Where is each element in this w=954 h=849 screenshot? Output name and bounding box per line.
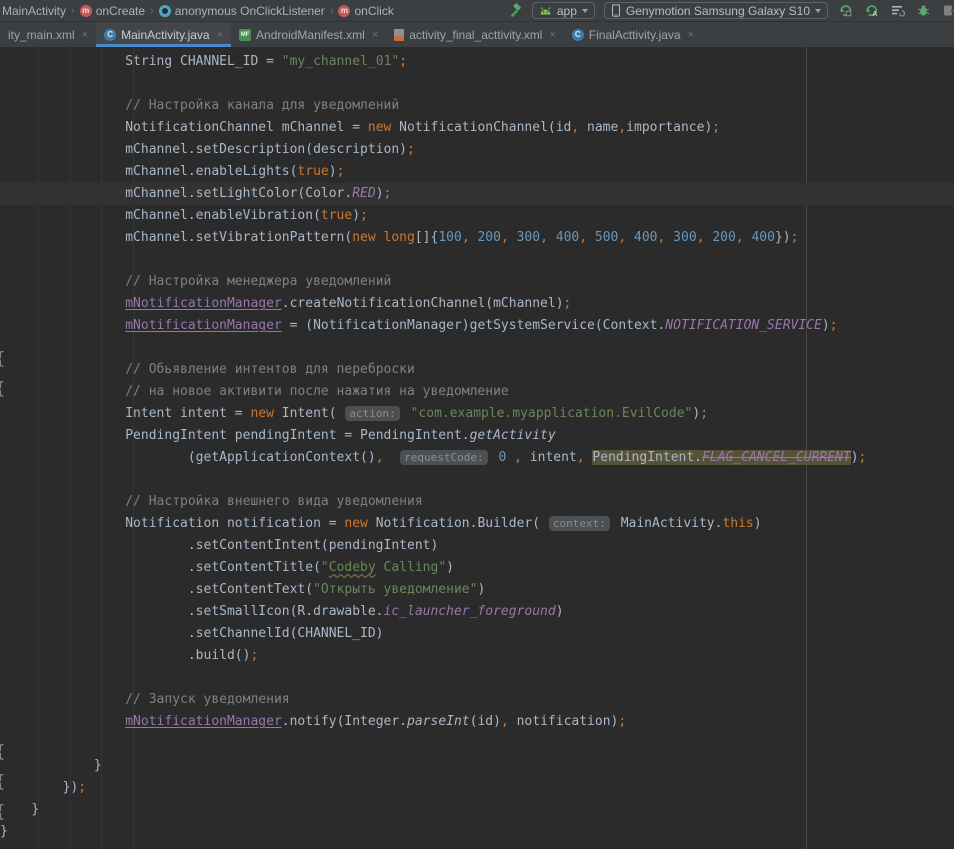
gutter-marker: { [0,772,5,792]
run-configuration-select[interactable]: app [532,2,595,19]
tab-mainactivity-java[interactable]: C MainActivity.java × [96,22,231,47]
breadcrumb-item-mainactivity[interactable]: MainActivity [2,4,66,18]
breadcrumb-separator: › [71,5,75,17]
close-icon[interactable]: × [372,29,378,41]
breadcrumb-label: MainActivity [2,4,66,18]
ide-window: MainActivity › m onCreate › anonymous OnClick… [0,0,954,849]
code-line: mChannel.enableVibration(true); [0,205,954,227]
tab-label: activity_final_acttivity.xml [409,28,542,42]
code-line: }); [0,777,954,799]
svg-text:A: A [872,11,877,18]
code-line [0,337,954,359]
class-file-icon: C [572,29,584,41]
apply-code-changes-icon[interactable]: A [863,2,880,19]
code-line: .setChannelId(CHANNEL_ID) [0,623,954,645]
code-line: .build(); [0,645,954,667]
tab-androidmanifest-xml[interactable]: MF AndroidManifest.xml × [231,22,386,47]
main-toolbar: MainActivity › m onCreate › anonymous OnClick… [0,0,954,22]
code-line: // Настройка внешнего вида уведомления [0,491,954,513]
breadcrumb-separator: › [150,5,154,17]
parameter-hint: action: [345,406,399,421]
method-icon: m [338,5,350,17]
code-lines: String CHANNEL_ID = "my_channel_01"; // … [0,47,954,843]
class-file-icon: C [104,29,116,41]
code-line: mNotificationManager.createNotificationC… [0,293,954,315]
close-icon[interactable]: × [82,29,88,41]
gutter-marker: { [0,349,5,369]
code-line: mChannel.enableLights(true); [0,161,954,183]
code-line: mNotificationManager.notify(Integer.pars… [0,711,954,733]
method-icon: m [80,5,92,17]
code-line: Notification notification = new Notifica… [0,513,954,535]
code-line: .setContentIntent(pendingIntent) [0,535,954,557]
code-line [0,667,954,689]
close-icon[interactable]: × [217,29,223,41]
gutter-marker: { [0,742,5,762]
code-line: } [0,799,954,821]
toolbar-actions: app Genymotion Samsung Galaxy S10 [506,2,954,19]
android-head-icon [539,6,552,15]
breadcrumb-label: anonymous OnClickListener [175,4,325,18]
build-variants-icon[interactable] [889,2,906,19]
breadcrumb-label: onCreate [96,4,145,18]
gutter-marker: { [0,379,5,399]
device-label: Genymotion Samsung Galaxy S10 [626,4,810,18]
tab-label: AndroidManifest.xml [256,28,365,42]
tab-label: FinalActtivity.java [589,28,681,42]
tab-label: ity_main.xml [8,28,75,42]
code-line: mChannel.setDescription(description); [0,139,954,161]
anonymous-class-icon [159,5,171,17]
breadcrumb-label: onClick [354,4,393,18]
code-line: mNotificationManager = (NotificationMana… [0,315,954,337]
profile-icon[interactable] [941,2,954,19]
debug-icon[interactable] [915,2,932,19]
code-line: // Запуск уведомления [0,689,954,711]
chevron-down-icon [582,9,588,13]
code-line: PendingIntent pendingIntent = PendingInt… [0,425,954,447]
chevron-down-icon [815,9,821,13]
code-editor[interactable]: { { { { { String CHANNEL_ID = "my_channe… [0,47,954,849]
gutter-marker: { [0,802,5,822]
breadcrumb-item-onclick[interactable]: m onClick [338,4,393,18]
code-line [0,249,954,271]
build-hammer-icon[interactable] [506,2,523,19]
code-line: NotificationChannel mChannel = new Notif… [0,117,954,139]
device-phone-icon [611,4,621,17]
code-line: String CHANNEL_ID = "my_channel_01"; [0,51,954,73]
xml-file-icon [394,29,404,41]
tab-activity-final-acttivity-xml[interactable]: activity_final_acttivity.xml × [386,22,564,47]
breadcrumb-item-oncreate[interactable]: m onCreate [80,4,145,18]
code-line: .setContentText("Открыть уведомление") [0,579,954,601]
code-line: (getApplicationContext(), requestCode: 0… [0,447,954,469]
tab-label: MainActivity.java [121,28,209,42]
code-line: } [0,821,954,843]
code-line [0,469,954,491]
code-line [0,73,954,95]
code-line: mChannel.setLightColor(Color.RED); [0,183,954,205]
code-line: // Настройка канала для уведомлений [0,95,954,117]
code-line: .setSmallIcon(R.drawable.ic_launcher_for… [0,601,954,623]
breadcrumb-separator: › [330,5,334,17]
code-line: mChannel.setVibrationPattern(new long[]{… [0,227,954,249]
code-line: // Настройка менеджера уведомлений [0,271,954,293]
tab-finalacttivity-java[interactable]: C FinalActtivity.java × [564,22,702,47]
editor-tabs: ity_main.xml × C MainActivity.java × MF Androi… [0,22,954,48]
breadcrumb: MainActivity › m onCreate › anonymous OnClick… [0,4,506,18]
code-line: } [0,755,954,777]
device-select[interactable]: Genymotion Samsung Galaxy S10 [604,2,828,19]
rerun-icon[interactable] [837,2,854,19]
code-line: .setContentTitle("Codeby Calling") [0,557,954,579]
parameter-hint: context: [549,516,610,531]
code-line: // Обьявление интентов для переброски [0,359,954,381]
close-icon[interactable]: × [688,29,694,41]
code-line [0,733,954,755]
run-configuration-label: app [557,4,577,18]
breadcrumb-item-anonymous-onclicklistener[interactable]: anonymous OnClickListener [159,4,325,18]
parameter-hint: requestCode: [400,450,487,465]
close-icon[interactable]: × [549,29,555,41]
tab-ity-main-xml[interactable]: ity_main.xml × [0,22,96,47]
code-line: // на новое активити после нажатия на ув… [0,381,954,403]
code-line: Intent intent = new Intent( action: "com… [0,403,954,425]
manifest-file-icon: MF [239,29,251,41]
